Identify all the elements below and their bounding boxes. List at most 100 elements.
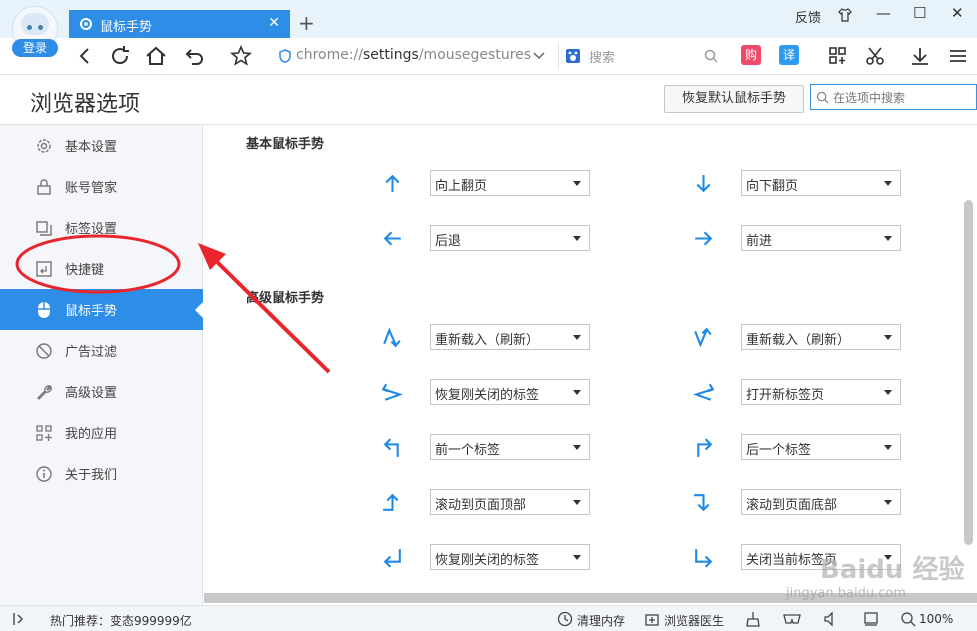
sidebar-item-account[interactable]: 账号管家 (0, 166, 203, 207)
sidebar-item-label: 标签设置 (65, 222, 118, 237)
sidebar-item-tabs[interactable]: 标签设置 (0, 207, 203, 248)
baidu-paw-icon (566, 49, 580, 63)
caret-down-icon (573, 335, 581, 340)
window-icon[interactable] (863, 611, 879, 627)
gesture-up-left-select[interactable]: 前一个标签 (430, 434, 590, 460)
advanced-gestures-title: 高级鼠标手势 (246, 291, 325, 306)
chevron-down-icon[interactable] (533, 52, 545, 60)
gesture-down-up-select[interactable]: 重新载入（刷新） (741, 324, 901, 350)
keyboard-icon (36, 261, 52, 277)
caret-down-icon (573, 555, 581, 560)
gesture-up-left-icon (383, 438, 399, 457)
volume-icon[interactable] (823, 611, 839, 627)
gesture-down-left-icon (383, 549, 401, 568)
tab-title: 鼠标手势 (100, 20, 153, 35)
search-icon[interactable] (704, 49, 718, 63)
scissors-icon[interactable] (864, 44, 888, 68)
shield-icon (279, 49, 291, 63)
gesture-right-icon (695, 231, 713, 246)
login-button[interactable]: 登录 (12, 39, 58, 57)
undo-icon[interactable] (183, 44, 207, 68)
avatar-face (21, 13, 49, 35)
zoom-level[interactable]: 100% (919, 612, 953, 626)
caret-down-icon (573, 181, 581, 186)
star-icon[interactable] (229, 44, 253, 68)
gesture-right-select[interactable]: 前进 (741, 225, 901, 251)
back-icon[interactable] (73, 44, 97, 68)
menu-icon[interactable] (946, 44, 970, 68)
mouse-icon (38, 302, 50, 318)
tabs-icon (36, 221, 52, 236)
sidebar-item-label: 高级设置 (65, 386, 118, 401)
watermark-url: jingyan.baidu.com (786, 586, 906, 601)
basic-gestures-title: 基本鼠标手势 (246, 137, 325, 152)
sidebar-toggle-icon[interactable] (12, 612, 28, 626)
clean-memory-button[interactable]: 清理内存 (577, 612, 625, 629)
close-window-button[interactable]: ✕ (951, 4, 964, 22)
gesture-up-select[interactable]: 向上翻页 (430, 170, 590, 196)
shirt-skin-icon[interactable] (837, 7, 853, 23)
sidebar-item-advanced[interactable]: 高级设置 (0, 371, 203, 412)
doctor-icon (645, 614, 659, 626)
gesture-up-down-select[interactable]: 重新载入（刷新） (430, 324, 590, 350)
caret-down-icon (573, 500, 581, 505)
gesture-down-right-icon (695, 549, 713, 568)
vertical-scrollbar[interactable] (964, 200, 973, 545)
search-input[interactable]: 搜索 (558, 43, 723, 69)
sidebar-item-basic[interactable]: 基本设置 (0, 125, 203, 166)
tab-mouse-gestures[interactable]: 鼠标手势 ✕ (69, 10, 290, 38)
sidebar-item-about[interactable]: 关于我们 (0, 453, 203, 494)
gesture-left-right-select[interactable]: 打开新标签页 (741, 379, 901, 405)
caret-down-icon (884, 390, 892, 395)
mask-icon[interactable] (783, 611, 801, 627)
gesture-left-up-icon (383, 493, 399, 511)
sidebar-item-label: 广告过滤 (65, 345, 118, 360)
avatar-eye (38, 25, 43, 30)
sidebar-item-label: 关于我们 (65, 468, 118, 483)
gesture-down-icon (696, 175, 711, 193)
options-search-input[interactable]: 在选项中搜索 (810, 84, 977, 110)
restore-default-gestures-button[interactable]: 恢复默认鼠标手势 (664, 85, 804, 113)
gesture-right-left-select[interactable]: 恢复刚关闭的标签 (430, 379, 590, 405)
sidebar-item-shortcuts[interactable]: 快捷键 (0, 248, 203, 289)
apps-grid-icon[interactable] (826, 44, 850, 68)
gear-icon (80, 18, 92, 30)
address-bar-row: chrome://settings/mousegestures 搜索 购 译 (0, 38, 977, 75)
feedback-link[interactable]: 反馈 (795, 7, 821, 26)
refresh-icon[interactable] (108, 44, 132, 68)
translate-ext-button[interactable]: 译 (779, 45, 799, 65)
tab-close-button[interactable]: ✕ (268, 15, 280, 31)
gesture-left-right-icon (693, 383, 715, 401)
url-bar[interactable]: chrome://settings/mousegestures (268, 43, 553, 69)
home-icon[interactable] (144, 44, 168, 68)
broom-icon[interactable] (745, 611, 761, 627)
gesture-left-select[interactable]: 后退 (430, 225, 590, 251)
watermark-brand: Baidu 经验 (820, 555, 965, 585)
shopping-ext-button[interactable]: 购 (741, 45, 761, 65)
search-placeholder: 搜索 (589, 51, 616, 66)
new-tab-button[interactable]: + (298, 11, 315, 35)
options-search-placeholder: 在选项中搜索 (833, 91, 906, 105)
gesture-up-down-icon (383, 327, 401, 348)
sidebar-item-adblock[interactable]: 广告过滤 (0, 330, 203, 371)
sidebar-item-mouse-gestures[interactable]: 鼠标手势 (0, 289, 203, 330)
sidebar-item-apps[interactable]: 我的应用 (0, 412, 203, 453)
gesture-down-select[interactable]: 向下翻页 (741, 170, 901, 196)
gesture-right-down-icon (694, 494, 710, 512)
hot-recommend-text[interactable]: 热门推荐：变态999999亿 (50, 612, 192, 629)
download-icon[interactable] (908, 44, 932, 68)
sidebar-item-label: 基本设置 (65, 140, 118, 155)
gesture-right-down-select[interactable]: 滚动到页面底部 (741, 489, 901, 515)
gesture-up-right-icon (697, 438, 713, 457)
gesture-down-left-select[interactable]: 恢复刚关闭的标签 (430, 544, 590, 570)
sidebar-item-label: 我的应用 (65, 427, 118, 442)
gesture-left-up-select[interactable]: 滚动到页面顶部 (430, 489, 590, 515)
minimize-button[interactable]: — (876, 4, 891, 22)
gesture-up-right-select[interactable]: 后一个标签 (741, 434, 901, 460)
status-bar: 热门推荐：变态999999亿 清理内存 浏览器医生 100% (0, 605, 977, 631)
lock-icon (37, 179, 51, 195)
browser-doctor-button[interactable]: 浏览器医生 (664, 612, 724, 629)
gesture-up-icon (385, 174, 400, 192)
gesture-left-icon (383, 231, 401, 246)
maximize-button[interactable]: ☐ (913, 4, 926, 22)
